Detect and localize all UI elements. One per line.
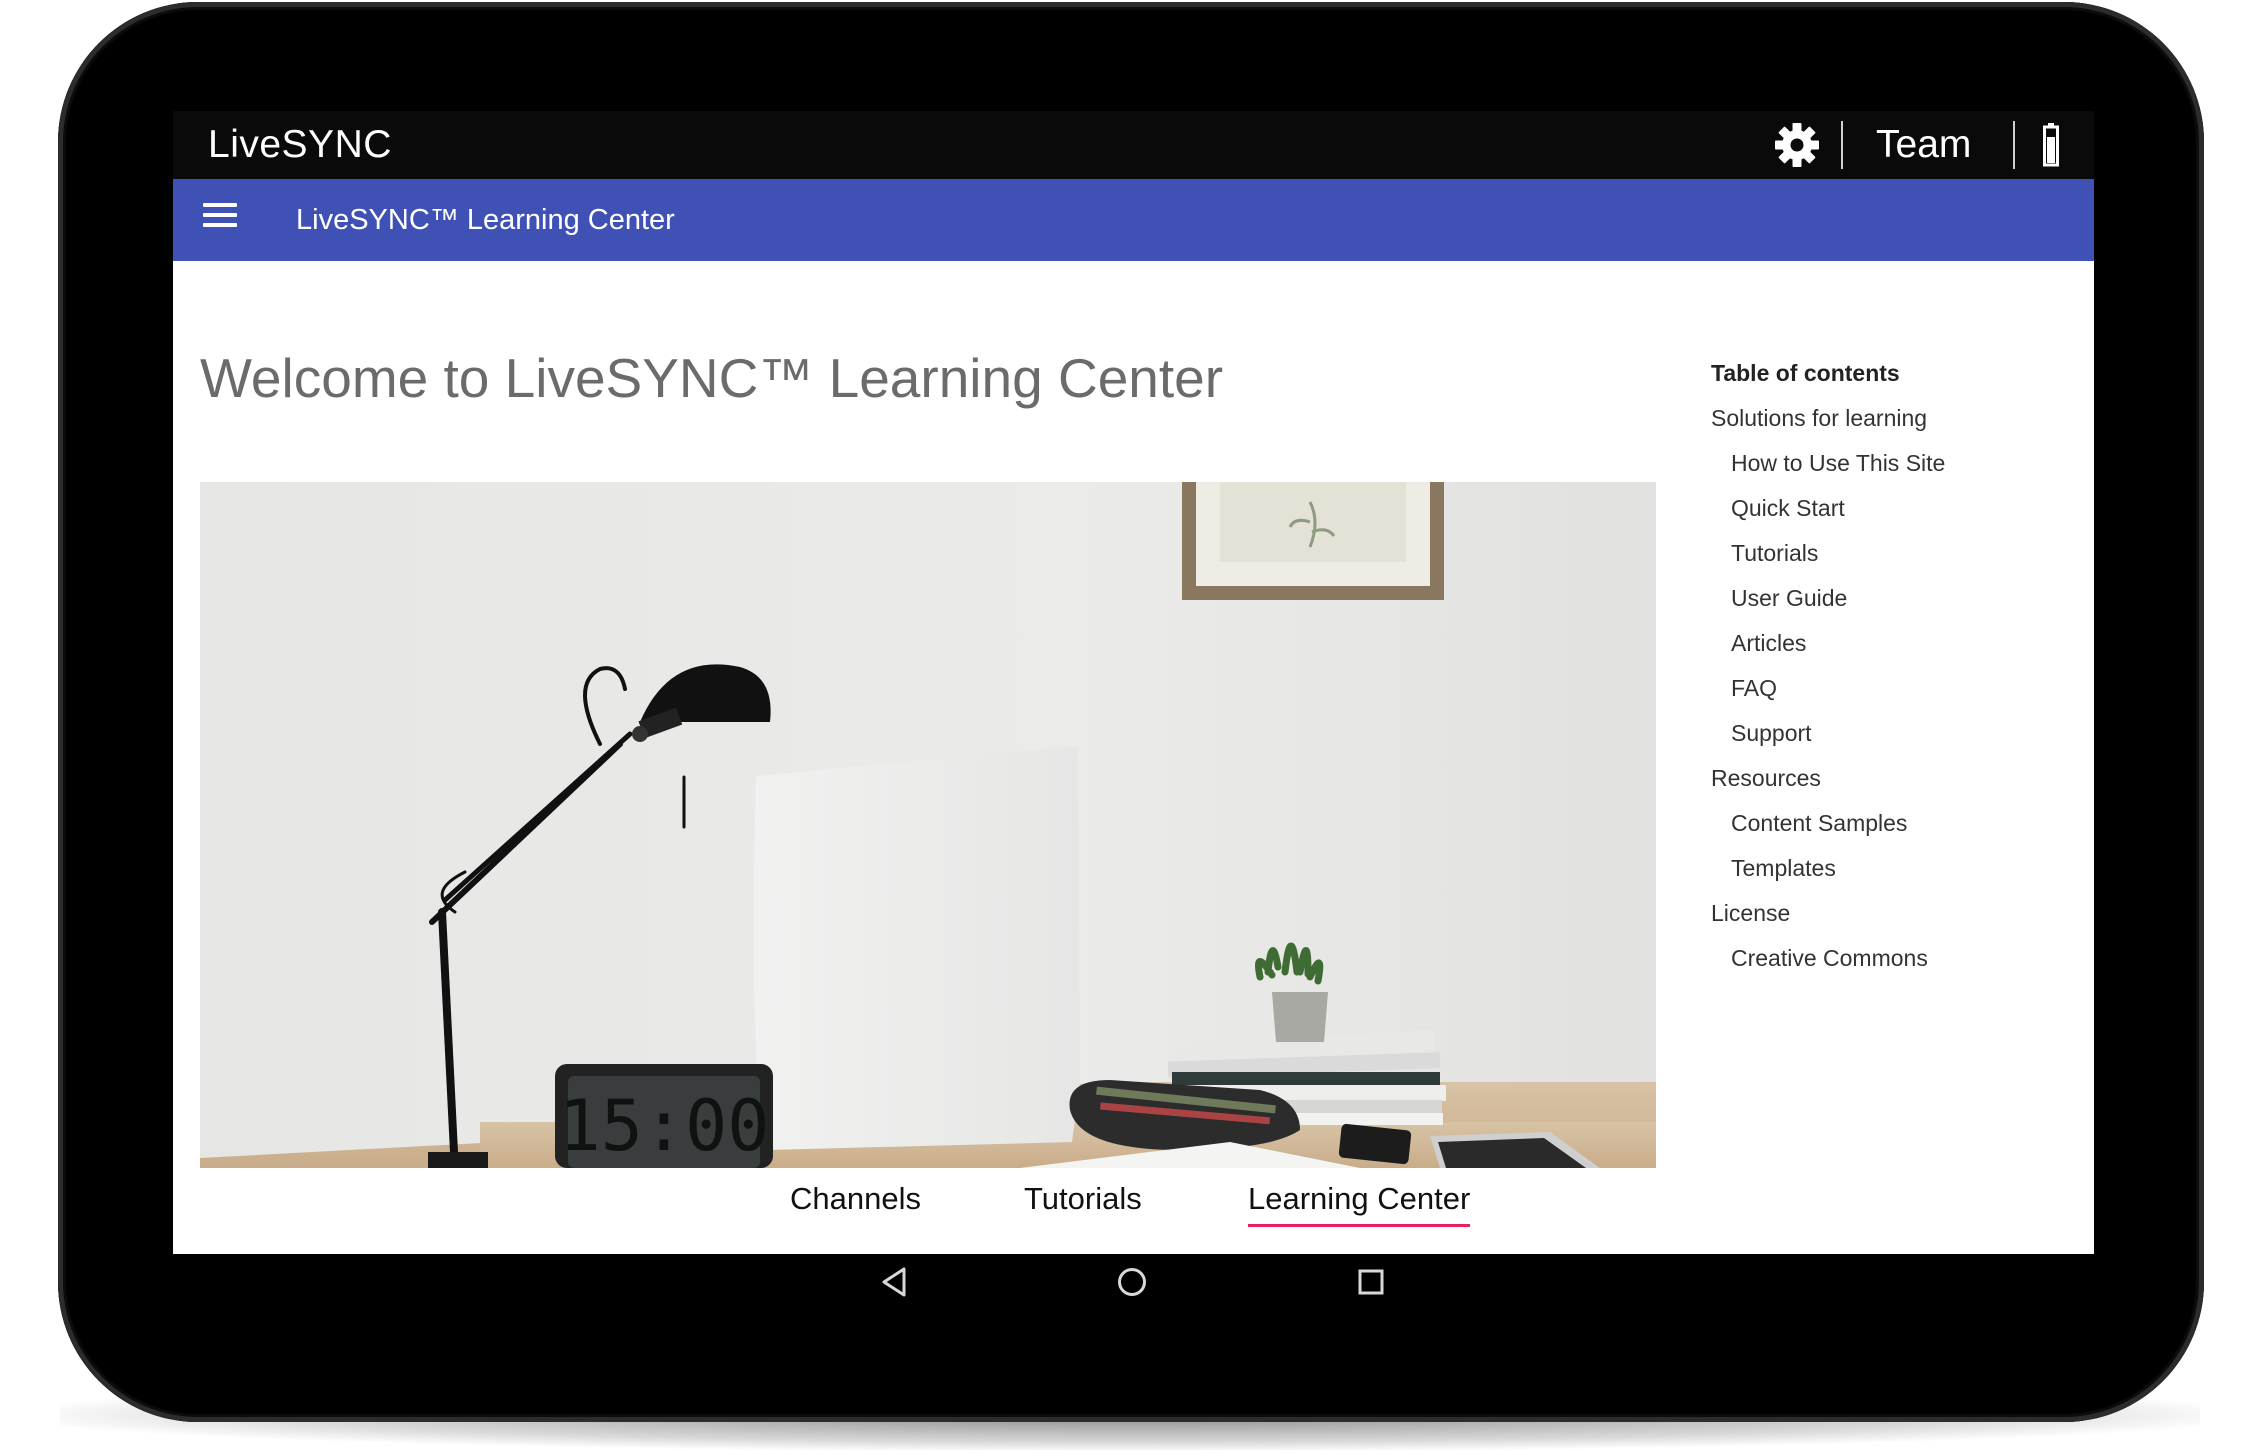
team-label[interactable]: Team bbox=[1876, 111, 1971, 179]
toc-item-templates[interactable]: Templates bbox=[1711, 846, 2091, 891]
battery-icon bbox=[2043, 123, 2059, 167]
toc-item-articles[interactable]: Articles bbox=[1711, 621, 2091, 666]
toc-item-license[interactable]: License bbox=[1711, 891, 2091, 936]
divider bbox=[1841, 121, 1843, 169]
toc-item-content-samples[interactable]: Content Samples bbox=[1711, 801, 2091, 846]
screen: LiveSYNC Team LiveSYNC™ Learning Center … bbox=[173, 111, 2094, 1254]
table-of-contents: Table of contents Solutions for learning… bbox=[1711, 351, 2091, 981]
toc-item-solutions-for-learning[interactable]: Solutions for learning bbox=[1711, 396, 2091, 441]
toc-item-support[interactable]: Support bbox=[1711, 711, 2091, 756]
brand-logo: LiveSYNC bbox=[208, 123, 392, 166]
app-bar-title: LiveSYNC™ Learning Center bbox=[296, 204, 675, 236]
hero-image: 15:00 bbox=[200, 482, 1656, 1168]
divider bbox=[2013, 121, 2015, 169]
toc-item-faq[interactable]: FAQ bbox=[1711, 666, 2091, 711]
home-icon[interactable] bbox=[1116, 1266, 1148, 1298]
recents-icon[interactable] bbox=[1357, 1268, 1385, 1296]
tab-tutorials[interactable]: Tutorials bbox=[1024, 1174, 1142, 1224]
toc-item-user-guide[interactable]: User Guide bbox=[1711, 576, 2091, 621]
toc-item-tutorials[interactable]: Tutorials bbox=[1711, 531, 2091, 576]
toc-item-how-to-use-this-site[interactable]: How to Use This Site bbox=[1711, 441, 2091, 486]
page-title: Welcome to LiveSYNC™ Learning Center bbox=[200, 347, 1224, 409]
toc-heading: Table of contents bbox=[1711, 360, 1900, 386]
toc-item-quick-start[interactable]: Quick Start bbox=[1711, 486, 2091, 531]
back-icon[interactable] bbox=[880, 1266, 910, 1298]
clock-display: 15:00 bbox=[559, 1085, 770, 1167]
status-bar: LiveSYNC Team bbox=[173, 111, 2094, 179]
tab-channels[interactable]: Channels bbox=[790, 1174, 921, 1224]
toc-item-resources[interactable]: Resources bbox=[1711, 756, 2091, 801]
tab-learning-center[interactable]: Learning Center bbox=[1248, 1174, 1471, 1227]
menu-icon[interactable] bbox=[203, 203, 237, 237]
bottom-tab-bar: Channels Tutorials Learning Center bbox=[173, 1174, 2094, 1254]
toc-item-creative-commons[interactable]: Creative Commons bbox=[1711, 936, 2091, 981]
gear-icon[interactable] bbox=[1773, 121, 1821, 169]
app-bar: LiveSYNC™ Learning Center bbox=[173, 179, 2094, 261]
